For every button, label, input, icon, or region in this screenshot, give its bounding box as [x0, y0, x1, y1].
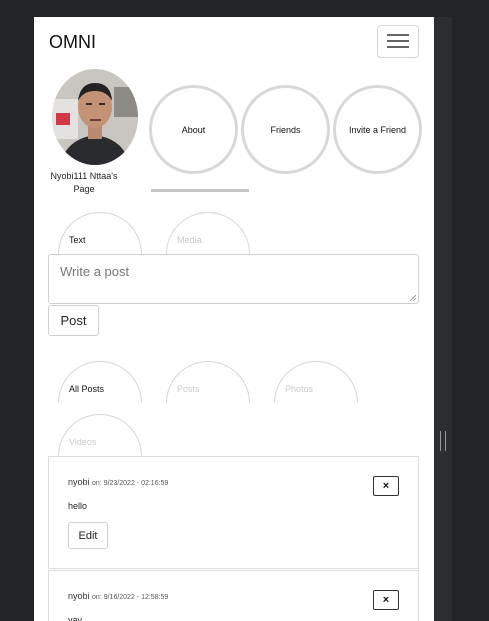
post-textarea[interactable]: Write a post	[48, 254, 419, 304]
nav-invite-friend[interactable]: Invite a Friend	[333, 85, 422, 174]
post-body: yay	[68, 615, 83, 621]
active-nav-indicator	[151, 189, 249, 192]
delete-post-button[interactable]: ×	[373, 476, 399, 496]
post-date: on: 9/23/2022 - 02:16:59	[92, 480, 169, 487]
post-author-line: nyobi on: 9/23/2022 - 02:16:59	[68, 477, 168, 487]
delete-post-button[interactable]: ×	[373, 590, 399, 610]
side-panel	[434, 17, 452, 621]
brand-logo[interactable]: OMNI	[49, 32, 96, 53]
avatar[interactable]	[52, 69, 138, 165]
post-placeholder: Write a post	[60, 264, 130, 279]
post-card: nyobi on: 9/23/2022 - 02:16:59 hello × E…	[48, 456, 419, 569]
close-icon: ×	[382, 480, 390, 492]
post-author-line: nyobi on: 9/16/2022 - 12:58:59	[68, 591, 168, 601]
page: OMNI Nyobi111 Nttaa's Page About Friends…	[34, 17, 434, 621]
post-author[interactable]: nyobi	[68, 477, 90, 487]
tab-photos[interactable]: Photos	[274, 361, 358, 403]
post-card: nyobi on: 9/16/2022 - 12:58:59 yay ×	[48, 570, 419, 621]
close-icon: ×	[382, 594, 390, 606]
profile-name: Nyobi111 Nttaa's Page	[50, 171, 118, 194]
post-submit-button[interactable]: Post	[48, 305, 99, 336]
hamburger-menu-button[interactable]	[377, 25, 419, 58]
tab-media[interactable]: Media	[166, 212, 250, 254]
resize-grip-icon[interactable]	[410, 295, 416, 301]
post-author[interactable]: nyobi	[68, 591, 90, 601]
tab-posts[interactable]: Posts	[166, 361, 250, 403]
post-date: on: 9/16/2022 - 12:58:59	[92, 594, 169, 601]
tab-all-posts[interactable]: All Posts	[58, 361, 142, 403]
edit-post-button[interactable]: Edit	[68, 522, 108, 549]
resize-handle-icon[interactable]	[440, 431, 446, 451]
nav-about[interactable]: About	[149, 85, 238, 174]
nav-friends[interactable]: Friends	[241, 85, 330, 174]
tab-videos[interactable]: Videos	[58, 414, 142, 456]
post-body: hello	[68, 501, 88, 511]
tab-text[interactable]: Text	[58, 212, 142, 254]
